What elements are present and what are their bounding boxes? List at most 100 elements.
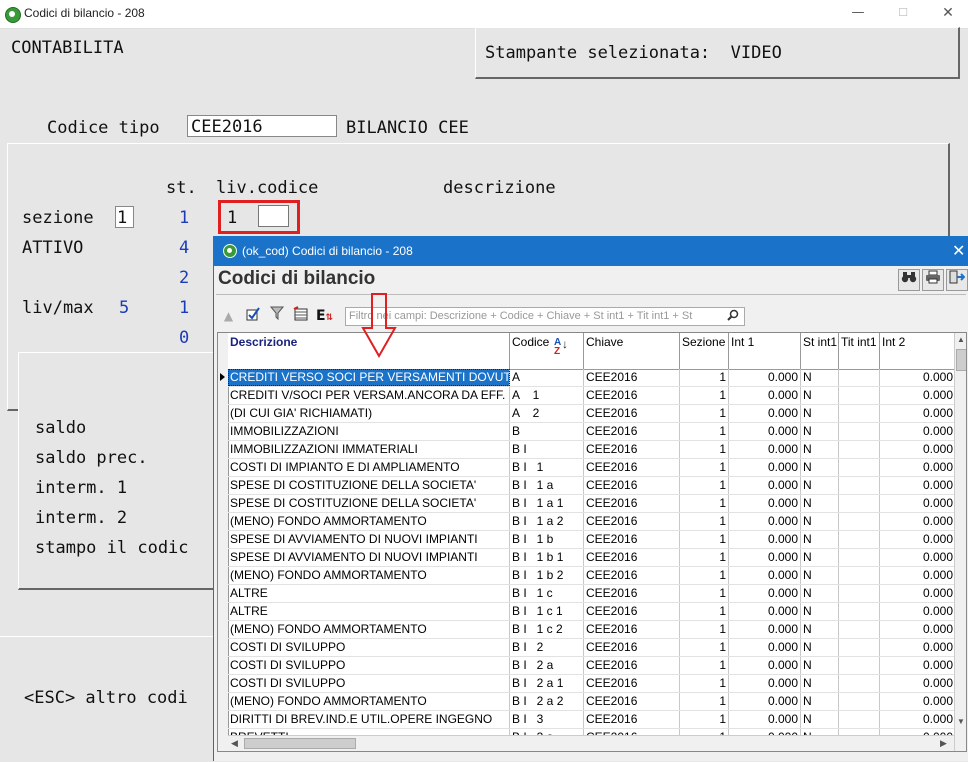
table-cell-int1: 0.000 <box>729 369 801 386</box>
scroll-right-icon[interactable]: ▶ <box>940 738 947 749</box>
filter-icon[interactable] <box>266 306 287 327</box>
menu-interm-1[interactable]: interm. 1 <box>35 478 127 498</box>
column-header-titint1[interactable]: Tit int1 <box>839 333 880 369</box>
vertical-scroll-thumb[interactable] <box>956 349 966 371</box>
table-cell-titint1 <box>839 657 880 674</box>
move-up-icon[interactable]: ▲ <box>218 306 239 327</box>
table-cell-stint1: N <box>801 621 839 638</box>
filter-input[interactable]: Filtro nei campi: Descrizione + Codice +… <box>345 307 745 326</box>
table-row[interactable]: CREDITI VERSO SOCI PER VERSAMENTI DOVUT A… <box>220 369 956 387</box>
sezione-label: sezione <box>22 208 94 228</box>
binoculars-icon[interactable] <box>898 269 920 291</box>
table-cell-sezione: 1 <box>680 693 729 710</box>
menu-stampo-codice[interactable]: stampo il codic <box>35 538 189 558</box>
table-cell-codice: B I 2 a 1 <box>510 675 584 692</box>
menu-saldo[interactable]: saldo <box>35 418 86 438</box>
sezione-value: 1 <box>117 208 128 228</box>
table-row[interactable]: IMMOBILIZZAZIONI B CEE2016 1 0.000 N 0.000 <box>228 423 956 441</box>
table-cell-stint1: N <box>801 459 839 476</box>
table-row[interactable]: COSTI DI IMPIANTO E DI AMPLIAMENTO B I 1C… <box>228 459 956 477</box>
close-button[interactable]: ✕ <box>938 4 958 22</box>
column-header-chiave[interactable]: Chiave <box>584 333 680 369</box>
table-row[interactable]: (MENO) FONDO AMMORTAMENTO B I 2 a 2 CEE201… <box>228 693 956 711</box>
table-cell-chiave: CEE2016 <box>584 549 680 566</box>
sezione-st: 1 <box>179 208 190 228</box>
columns-icon[interactable] <box>290 306 311 327</box>
table-cell-chiave: CEE2016 <box>584 585 680 602</box>
column-header-int1[interactable]: Int 1 <box>729 333 801 369</box>
table-row[interactable]: SPESE DI COSTITUZIONE DELLA SOCIETA' B I … <box>228 477 956 495</box>
table-row[interactable]: (MENO) FONDO AMMORTAMENTO B I 1 c 2 CEE201… <box>228 621 956 639</box>
vertical-scrollbar[interactable]: ▲ ▼ <box>954 333 966 751</box>
table-cell-sezione: 1 <box>680 369 729 386</box>
scroll-left-icon[interactable]: ◀ <box>231 738 238 749</box>
table-cell-int2: 0.000 <box>880 441 956 458</box>
printer-icon[interactable] <box>922 269 944 291</box>
level-code-input[interactable] <box>258 205 289 227</box>
table-cell-codice: B I 1 a <box>510 477 584 494</box>
column-header-codice[interactable]: Codice A Z ↓ <box>510 333 584 369</box>
scroll-down-icon[interactable]: ▼ <box>957 717 965 726</box>
table-row[interactable]: COSTI DI SVILUPPO B I 2 CEE2016 1 0.000 N 0.00… <box>228 639 956 657</box>
table-row[interactable]: COSTI DI SVILUPPO B I 2 a CEE2016 1 0.000 N 0.… <box>228 657 956 675</box>
table-cell-int2: 0.000 <box>880 657 956 674</box>
table-cell-titint1 <box>839 369 880 386</box>
app-logo-icon <box>223 244 237 258</box>
table-cell-int2: 0.000 <box>880 693 956 710</box>
table-cell-int1: 0.000 <box>729 423 801 440</box>
table-cell-sezione: 1 <box>680 387 729 404</box>
horizontal-scrollbar[interactable]: ◀ ▶ <box>228 735 954 751</box>
scroll-up-icon[interactable]: ▲ <box>957 335 965 344</box>
table-cell-int1: 0.000 <box>729 387 801 404</box>
table-row[interactable]: IMMOBILIZZAZIONI IMMATERIALI B I CEE2016 1 0… <box>228 441 956 459</box>
table-row[interactable]: SPESE DI AVVIAMENTO DI NUOVI IMPIANTI B I… <box>228 531 956 549</box>
export-icon[interactable]: E⇅ <box>314 306 335 327</box>
table-row[interactable]: COSTI DI SVILUPPO B I 2 a 1 CEE2016 1 0.000 N… <box>228 675 956 693</box>
table-row[interactable]: (MENO) FONDO AMMORTAMENTO B I 1 b 2 CEE201… <box>228 567 956 585</box>
table-cell-titint1 <box>839 387 880 404</box>
table-cell-stint1: N <box>801 549 839 566</box>
table-row[interactable]: (MENO) FONDO AMMORTAMENTO B I 1 a 2 CEE201… <box>228 513 956 531</box>
menu-interm-2[interactable]: interm. 2 <box>35 508 127 528</box>
code-type-field[interactable]: CEE2016 <box>187 115 337 137</box>
table-row[interactable]: ALTRE B I 1 c CEE2016 1 0.000 N 0.000 <box>228 585 956 603</box>
search-icon[interactable] <box>727 309 739 324</box>
column-header-int2[interactable]: Int 2 <box>880 333 956 369</box>
table-cell-desc: SPESE DI COSTITUZIONE DELLA SOCIETA' <box>228 477 510 494</box>
table-cell-desc: SPESE DI COSTITUZIONE DELLA SOCIETA' <box>228 495 510 512</box>
esc-hint: <ESC> altro codi <box>24 688 188 708</box>
table-cell-chiave: CEE2016 <box>584 675 680 692</box>
table-cell-int1: 0.000 <box>729 603 801 620</box>
exit-icon[interactable] <box>946 269 968 291</box>
sezione-field[interactable]: 1 <box>115 206 134 228</box>
table-cell-sezione: 1 <box>680 477 729 494</box>
dialog-heading: Codici di bilancio <box>218 268 376 289</box>
table-cell-stint1: N <box>801 495 839 512</box>
table-row[interactable]: SPESE DI COSTITUZIONE DELLA SOCIETA' B I … <box>228 495 956 513</box>
dialog-close-button[interactable]: ✕ <box>952 241 965 260</box>
select-check-icon[interactable] <box>242 306 263 327</box>
menu-saldo-prec[interactable]: saldo prec. <box>35 448 148 468</box>
table-row[interactable]: (DI CUI GIA' RICHIAMATI) A 2 CEE2016 1 0.000… <box>228 405 956 423</box>
column-header-sezione[interactable]: Sezione <box>680 333 729 369</box>
table-cell-int1: 0.000 <box>729 513 801 530</box>
table-row[interactable]: SPESE DI AVVIAMENTO DI NUOVI IMPIANTI B I… <box>228 549 956 567</box>
table-cell-stint1: N <box>801 711 839 728</box>
maximize-button[interactable]: ☐ <box>893 4 913 22</box>
table-cell-codice: B I <box>510 441 584 458</box>
table-cell-stint1: N <box>801 423 839 440</box>
table-cell-stint1: N <box>801 405 839 422</box>
table-row[interactable]: CREDITI V/SOCI PER VERSAM.ANCORA DA EFF.… <box>228 387 956 405</box>
table-cell-desc: COSTI DI SVILUPPO <box>228 657 510 674</box>
table-cell-desc: DIRITTI DI BREV.IND.E UTIL.OPERE INGEGNO <box>228 711 510 728</box>
table-cell-int1: 0.000 <box>729 585 801 602</box>
table-cell-int2: 0.000 <box>880 711 956 728</box>
table-row[interactable]: DIRITTI DI BREV.IND.E UTIL.OPERE INGEGNO… <box>228 711 956 729</box>
table-cell-codice: B I 2 a <box>510 657 584 674</box>
table-cell-int1: 0.000 <box>729 441 801 458</box>
table-cell-titint1 <box>839 585 880 602</box>
table-row[interactable]: ALTRE B I 1 c 1 CEE2016 1 0.000 N 0.000 <box>228 603 956 621</box>
minimize-button[interactable]: — <box>848 4 868 22</box>
horizontal-scroll-thumb[interactable] <box>244 738 356 749</box>
column-header-stint1[interactable]: St int1 <box>801 333 839 369</box>
